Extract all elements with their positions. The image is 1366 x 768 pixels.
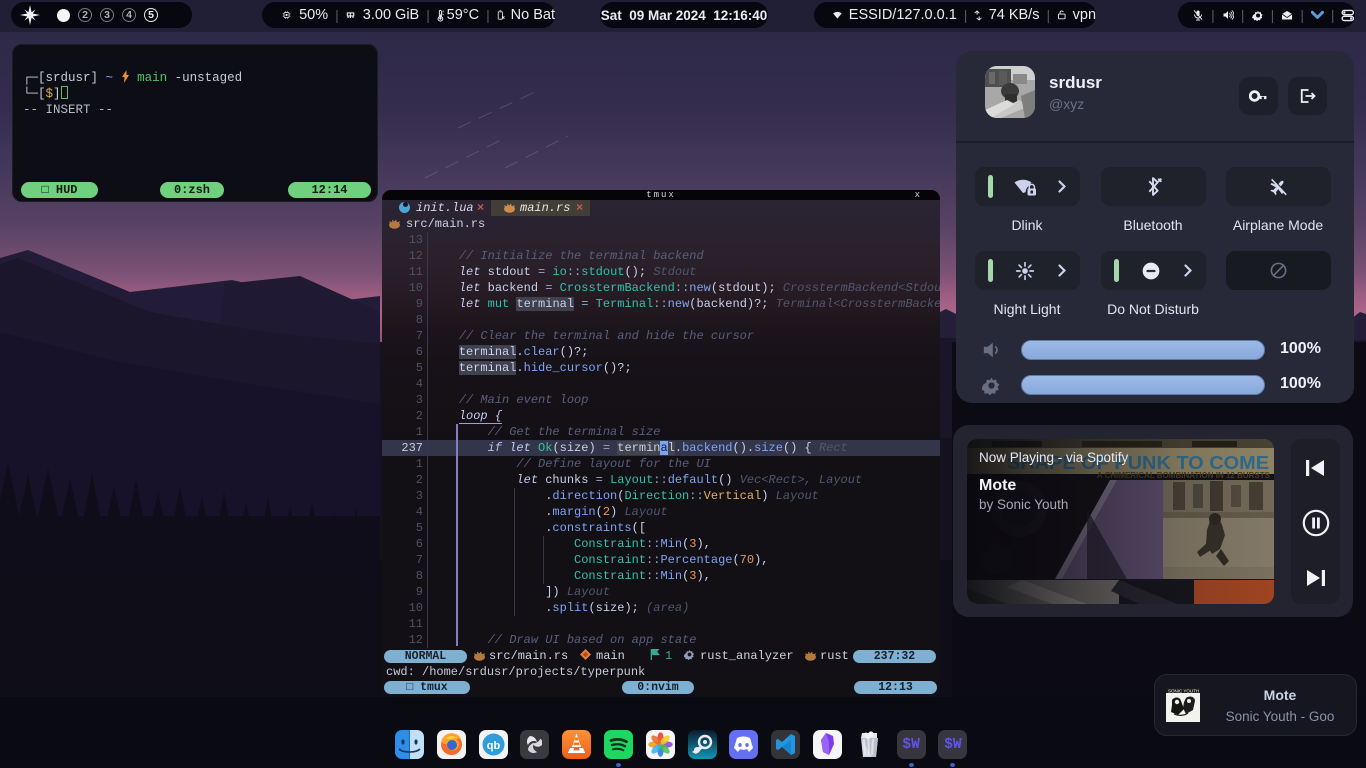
svg-text:qb: qb — [486, 740, 500, 752]
svg-text:SONIC YOUTH: SONIC YOUTH — [1168, 689, 1199, 694]
